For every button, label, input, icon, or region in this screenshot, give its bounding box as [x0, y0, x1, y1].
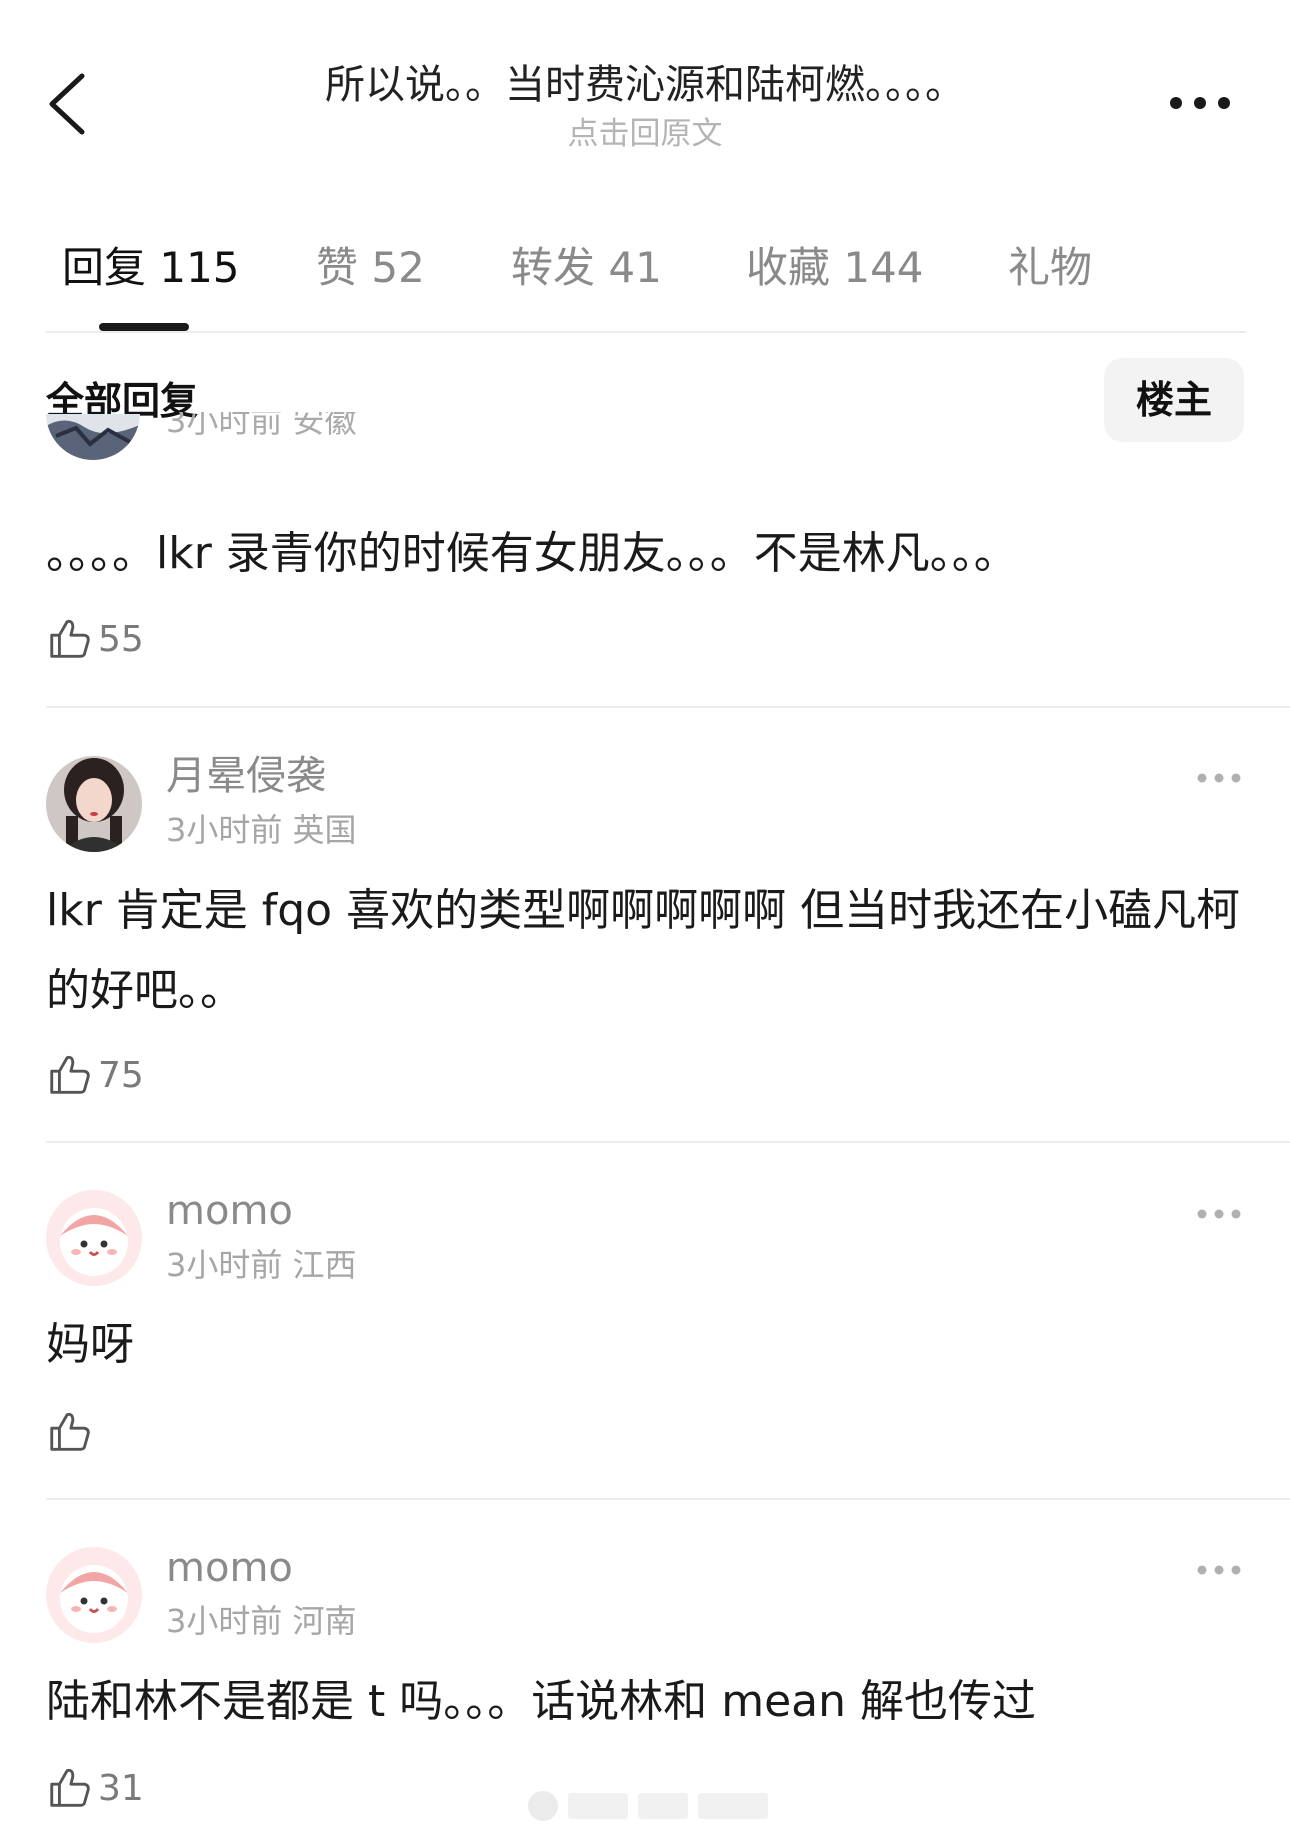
- post-title: 所以说。。当时费沁源和陆柯燃。。。。: [325, 62, 965, 108]
- comment-meta: 3小时前 河南: [166, 1602, 357, 1640]
- comment-text: 。。。。lkr 录青你的时候有女朋友。。。不是林凡。。。: [46, 528, 1018, 579]
- tab-favorites[interactable]: 收藏 144: [746, 236, 924, 300]
- username[interactable]: momo: [166, 1541, 293, 1595]
- post-title-area[interactable]: 所以说。。当时费沁源和陆柯燃。。。。 点击回原文: [240, 58, 1050, 154]
- thumbs-up-icon: [50, 1412, 90, 1451]
- comment-more-icon[interactable]: [1196, 1208, 1242, 1220]
- avatar[interactable]: [46, 756, 142, 852]
- like-count: 75: [98, 1054, 144, 1096]
- comment-divider: [46, 1498, 1290, 1500]
- like-count: 31: [98, 1767, 144, 1809]
- comment-more-icon[interactable]: [1196, 772, 1242, 784]
- comment-meta: 3小时前 安徽: [166, 412, 357, 440]
- comment-text: 陆和林不是都是 t 吗。。。话说林和 mean 解也传过: [46, 1676, 1036, 1727]
- thumbs-up-icon: [50, 1055, 90, 1094]
- like-button[interactable]: [46, 1407, 98, 1457]
- comment-more-icon[interactable]: [1196, 1564, 1242, 1576]
- comment-text: 妈呀: [46, 1319, 134, 1370]
- like-count: 55: [98, 618, 144, 660]
- like-button[interactable]: 75: [46, 1050, 144, 1100]
- avatar[interactable]: [46, 1190, 142, 1286]
- tabs-divider: [46, 331, 1246, 333]
- comment-meta: 3小时前 江西: [166, 1246, 357, 1284]
- tab-replies[interactable]: 回复 115: [62, 236, 240, 300]
- comment-divider: [46, 706, 1290, 708]
- username[interactable]: 月晕侵袭: [166, 749, 326, 803]
- avatar[interactable]: [46, 414, 140, 494]
- comment-meta: 3小时前 英国: [166, 811, 357, 849]
- like-button[interactable]: 31: [46, 1763, 144, 1813]
- username[interactable]: momo: [166, 1184, 293, 1238]
- avatar[interactable]: [46, 1547, 142, 1643]
- op-only-button[interactable]: 楼主: [1104, 358, 1244, 442]
- tab-gifts[interactable]: 礼物: [1008, 236, 1092, 300]
- more-options-icon[interactable]: [1168, 95, 1232, 111]
- comment-text: lkr 肯定是 fqo 喜欢的类型啊啊啊啊啊 但当时我还在小磕凡柯的好吧。。: [46, 885, 1241, 1016]
- thumbs-up-icon: [50, 619, 90, 658]
- tab-reposts[interactable]: 转发 41: [511, 236, 662, 300]
- back-chevron-icon[interactable]: [44, 72, 88, 136]
- watermark: [528, 1786, 768, 1826]
- back-to-original-link[interactable]: 点击回原文: [240, 114, 1050, 154]
- active-tab-indicator: [99, 323, 189, 331]
- thumbs-up-icon: [50, 1768, 90, 1807]
- tab-likes[interactable]: 赞 52: [316, 236, 425, 300]
- like-button[interactable]: 55: [46, 614, 144, 664]
- comment-divider: [46, 1141, 1290, 1143]
